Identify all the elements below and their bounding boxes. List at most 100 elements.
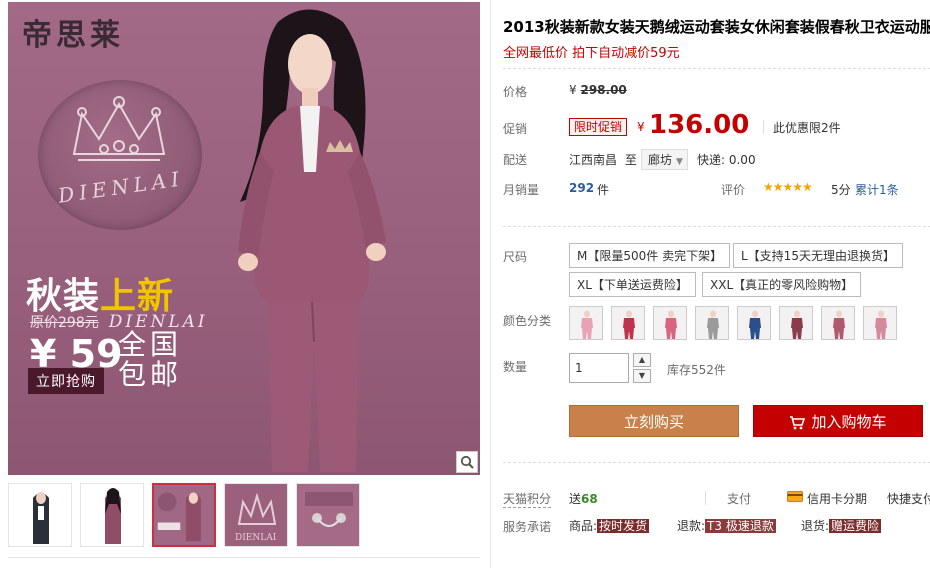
color-swatch[interactable] bbox=[653, 306, 687, 340]
service-goods-tag: 按时发货 bbox=[597, 519, 650, 533]
quantity-decrease-button[interactable]: ▼ bbox=[633, 369, 651, 383]
color-swatch-figure bbox=[738, 307, 770, 339]
quantity-input[interactable] bbox=[569, 353, 629, 383]
model-figure bbox=[238, 9, 386, 472]
shipping-to-word: 至 bbox=[624, 153, 637, 167]
crown-emblem: DIENLAI bbox=[38, 80, 202, 230]
rating-label: 评价 bbox=[721, 183, 746, 197]
tmall-points-number: 68 bbox=[581, 492, 598, 506]
chevron-down-icon: ▼ bbox=[676, 157, 683, 167]
promo-price-currency: ¥ bbox=[637, 120, 645, 134]
shipping-destination-select[interactable]: 廊坊 ▼ bbox=[641, 149, 688, 170]
size-option-xxl[interactable]: XXL【真正的零风险购物】 bbox=[702, 272, 862, 297]
color-swatch-figure bbox=[822, 307, 854, 339]
product-info-panel: 2013秋装新款女装天鹅绒运动套装女休闲套装假春秋卫衣运动服 全网最低价 拍下自… bbox=[490, 0, 930, 568]
thumbnail[interactable]: DIENLAI bbox=[224, 483, 288, 547]
thumbnail[interactable] bbox=[80, 483, 144, 547]
color-swatch-figure bbox=[654, 307, 686, 339]
price-label: 价格 bbox=[503, 85, 528, 99]
color-swatch-figure bbox=[612, 307, 644, 339]
service-return-label: 退货: bbox=[801, 519, 830, 533]
color-label: 颜色分类 bbox=[503, 314, 552, 328]
original-price-currency: ¥ bbox=[569, 83, 577, 97]
shipping-from-text: 江西南昌 bbox=[569, 153, 618, 167]
original-price-value: 298.00 bbox=[580, 83, 627, 97]
review-count-link[interactable]: 累计1条 bbox=[855, 181, 899, 198]
add-to-cart-button[interactable]: 加入购物车 bbox=[753, 405, 923, 437]
thumbnail[interactable] bbox=[296, 483, 360, 547]
promo-headline-b: 上新 bbox=[100, 276, 175, 317]
promo-headline-a: 秋装 bbox=[26, 276, 101, 317]
crown-icon bbox=[72, 96, 166, 161]
promo-original-text: 原价298元 bbox=[30, 315, 99, 331]
quantity-label: 数量 bbox=[503, 360, 528, 374]
thumbnail[interactable] bbox=[8, 483, 72, 547]
divider bbox=[8, 557, 480, 558]
thumbnail-strip: DIENLAI bbox=[8, 483, 360, 557]
cart-icon bbox=[790, 415, 806, 429]
product-gallery: 帝思莱 DIENLAI 秋装上新 原价298元 DIENLAI ¥ 59 全国包… bbox=[8, 2, 480, 562]
limited-promo-badge: 限时促销 bbox=[569, 118, 628, 136]
service-refund-tag: T3 极速退款 bbox=[705, 519, 776, 533]
divider bbox=[503, 462, 930, 463]
magnifier-icon bbox=[460, 455, 474, 469]
monthly-sales-count: 292 bbox=[569, 181, 595, 195]
color-swatch[interactable] bbox=[821, 306, 855, 340]
promo-label: 促销 bbox=[503, 122, 528, 136]
quantity-increase-button[interactable]: ▲ bbox=[633, 353, 651, 367]
zoom-button[interactable] bbox=[456, 451, 478, 473]
color-swatch-figure bbox=[570, 307, 602, 339]
monthly-sales-label: 月销量 bbox=[503, 183, 540, 197]
stock-count: 库存552件 bbox=[667, 363, 726, 377]
credit-card-icon bbox=[787, 491, 803, 502]
color-swatch[interactable] bbox=[695, 306, 729, 340]
promo-buy-now-button[interactable]: 立即抢购 bbox=[28, 368, 104, 394]
size-option-xl[interactable]: XL【下单送运费险】 bbox=[569, 272, 696, 297]
service-goods-label: 商品: bbox=[569, 519, 598, 533]
main-product-image[interactable]: 帝思莱 DIENLAI 秋装上新 原价298元 DIENLAI ¥ 59 全国包… bbox=[8, 2, 480, 475]
color-swatch-figure bbox=[696, 307, 728, 339]
monthly-sales-unit: 件 bbox=[597, 183, 610, 197]
service-refund-label: 退款: bbox=[677, 519, 706, 533]
color-swatch[interactable] bbox=[737, 306, 771, 340]
svg-text:DIENLAI: DIENLAI bbox=[235, 533, 277, 543]
buy-now-button[interactable]: 立刻购买 bbox=[569, 405, 739, 437]
shipping-destination-value: 廊坊 bbox=[648, 153, 673, 167]
divider bbox=[503, 68, 930, 69]
payment-quick-pay[interactable]: 快捷支付 bbox=[887, 490, 930, 507]
color-swatch-list bbox=[569, 306, 897, 340]
shipping-origin: 江西南昌 至 bbox=[569, 151, 637, 168]
promo-price-value: 136.00 bbox=[649, 110, 750, 140]
add-to-cart-label: 加入购物车 bbox=[811, 413, 887, 431]
divider bbox=[763, 120, 764, 134]
color-swatch[interactable] bbox=[611, 306, 645, 340]
rating-stars-icon: ★★★★★ bbox=[763, 180, 813, 194]
color-swatch[interactable] bbox=[779, 306, 813, 340]
color-swatch-figure bbox=[780, 307, 812, 339]
thumbnail-active[interactable] bbox=[152, 483, 216, 547]
size-label: 尺码 bbox=[503, 250, 528, 264]
color-swatch[interactable] bbox=[863, 306, 897, 340]
divider bbox=[503, 226, 930, 227]
service-refund[interactable]: 退款: T3 极速退款 bbox=[677, 517, 776, 534]
tmall-points-label[interactable]: 天猫积分 bbox=[503, 490, 552, 508]
service-commitment-label: 服务承诺 bbox=[503, 520, 552, 534]
shipping-fee: 快递: 0.00 bbox=[697, 153, 756, 167]
service-return[interactable]: 退货: 赠运费险 bbox=[801, 517, 882, 534]
color-swatch[interactable] bbox=[569, 306, 603, 340]
payment-credit-card-installment[interactable]: 信用卡分期 bbox=[807, 490, 867, 507]
color-swatch-figure bbox=[864, 307, 896, 339]
shipping-label: 配送 bbox=[503, 153, 528, 167]
divider bbox=[705, 491, 706, 505]
service-goods[interactable]: 商品: 按时发货 bbox=[569, 517, 650, 534]
promo-free-shipping: 全国包邮 bbox=[118, 328, 183, 391]
rating-score: 5分 bbox=[831, 183, 851, 197]
promo-limit-text: 此优惠限2件 bbox=[773, 121, 841, 135]
size-option-m[interactable]: M【限量500件 卖完下架】 bbox=[569, 243, 731, 268]
product-subtitle: 全网最低价 拍下自动减价59元 bbox=[503, 46, 680, 61]
size-option-l[interactable]: L【支持15天无理由退换货】 bbox=[733, 243, 903, 268]
service-return-tag: 赠运费险 bbox=[829, 519, 882, 533]
original-price: ¥ 298.00 bbox=[569, 83, 627, 97]
brand-logo: 帝思莱 bbox=[22, 18, 124, 53]
payment-label: 支付 bbox=[727, 492, 752, 506]
